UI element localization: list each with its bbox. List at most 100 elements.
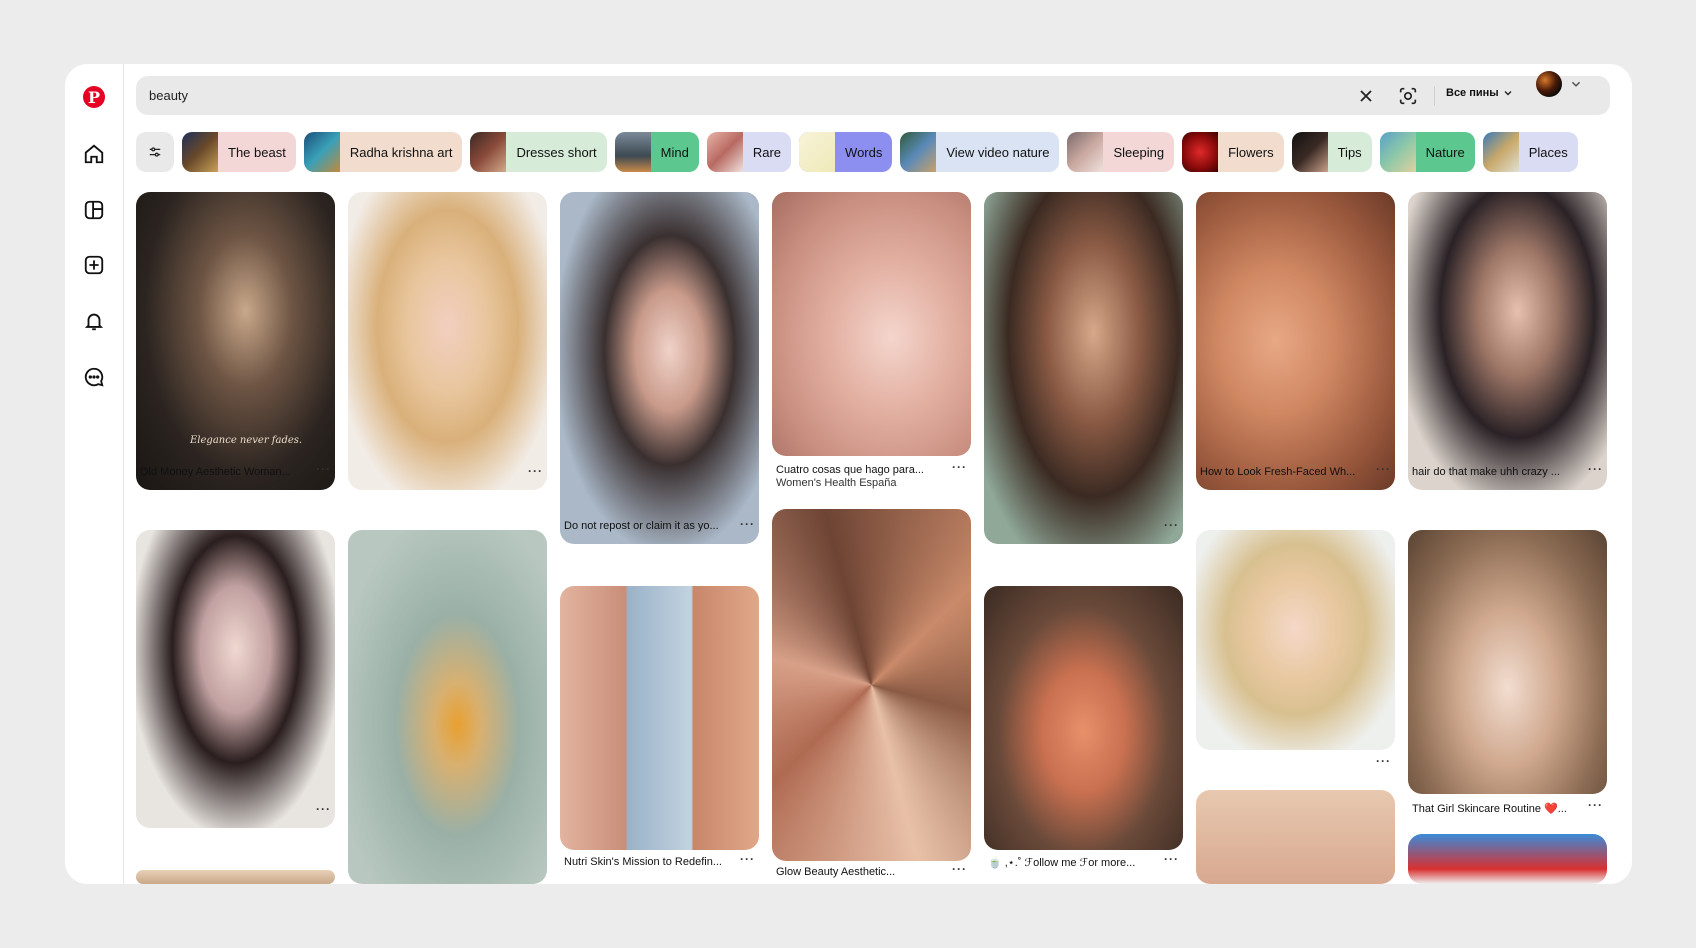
chip-thumbnail [470,132,507,172]
pin-image[interactable] [1408,530,1607,794]
chip-radha-krishna-art[interactable]: Radha krishna art [303,132,463,172]
chip-thumbnail [1182,132,1219,172]
chip-label: Nature [1425,144,1465,160]
chip-thumbnail [303,132,340,172]
pin-image[interactable]: Elegance never fades. [136,192,335,490]
all-pins-dropdown[interactable]: Все пины [1446,87,1513,99]
pin-image[interactable] [348,530,547,884]
pin-image[interactable] [136,870,335,884]
pin-image[interactable] [1408,834,1607,884]
chip-label: Flowers [1228,144,1274,160]
chip-the-beast[interactable]: The beast [182,132,296,172]
pin-title[interactable]: Glow Beauty Aesthetic... [776,866,895,878]
chip-thumbnail [614,132,651,172]
pin-source[interactable]: Women's Health España [776,477,897,489]
chip-thumbnail [706,132,743,172]
chip-words[interactable]: Words [799,132,893,172]
more-options-icon[interactable]: ··· [1588,462,1603,476]
pin-title[interactable]: Do not repost or claim it as yo... [564,520,719,532]
more-options-icon[interactable]: ··· [528,464,543,478]
search-divider [1434,86,1435,106]
chip-label: Radha krishna art [349,144,453,160]
chip-view-video-nature[interactable]: View video nature [900,132,1060,172]
more-options-icon[interactable]: ··· [1376,462,1391,476]
pin-title[interactable]: 🍵 ,⋆.˚ ℱollow me ℱor more... [988,856,1135,869]
explore-icon[interactable] [81,197,107,223]
chip-label: Words [845,144,883,160]
app-window: P beauty Все пины The beast Radha krishn… [65,64,1632,884]
more-options-icon[interactable]: ··· [1164,852,1179,866]
chip-flowers[interactable]: Flowers [1182,132,1284,172]
chip-thumbnail [1482,132,1519,172]
notifications-bell-icon[interactable] [81,308,107,334]
sidebar: P [65,64,124,884]
more-options-icon[interactable]: ··· [952,460,967,474]
chip-label: The beast [228,144,286,160]
search-input[interactable]: beauty [149,88,188,103]
more-options-icon[interactable]: ··· [740,852,755,866]
chip-thumbnail [182,132,218,172]
all-pins-label: Все пины [1446,87,1499,99]
chip-mind[interactable]: Mind [614,132,699,172]
visual-search-button[interactable] [1396,84,1420,108]
chip-nature[interactable]: Nature [1379,132,1475,172]
search-bar[interactable]: beauty Все пины [136,76,1610,115]
more-options-icon[interactable]: ··· [1164,518,1179,532]
messages-icon[interactable] [81,364,107,390]
pinterest-logo-icon[interactable]: P [81,84,107,110]
pin-image[interactable] [984,586,1183,850]
chip-label: Sleeping [1113,144,1165,160]
chip-label: View video nature [946,144,1050,160]
chip-tips[interactable]: Tips [1291,132,1372,172]
close-icon [1360,90,1372,102]
clear-search-button[interactable] [1356,86,1376,106]
pin-image[interactable] [136,530,335,828]
more-options-icon[interactable]: ··· [316,802,331,816]
more-options-icon[interactable]: ··· [952,862,967,876]
filters-button[interactable] [136,132,174,172]
avatar[interactable] [1536,71,1562,97]
more-options-icon[interactable]: ··· [316,462,331,476]
pin-image[interactable] [1196,530,1395,750]
pin-title[interactable]: hair do that make uhh crazy ... [1412,466,1560,478]
chip-label: Dresses short [516,144,597,160]
chip-rare[interactable]: Rare [706,132,792,172]
chip-thumbnail [1291,132,1328,172]
chevron-down-icon [1504,91,1512,96]
camera-lens-icon [1399,87,1417,105]
pin-image[interactable] [560,586,759,850]
pin-title[interactable]: Cuatro cosas que hago para... [776,464,924,476]
create-icon[interactable] [81,252,107,278]
pin-title[interactable]: Nutri Skin's Mission to Redefin... [564,856,722,868]
more-options-icon[interactable]: ··· [740,517,755,531]
account-chevron-down-icon[interactable] [1570,77,1582,95]
pin-image[interactable] [1408,192,1607,490]
chip-thumbnail [799,132,836,172]
pin-image[interactable] [772,509,971,861]
chip-sleeping[interactable]: Sleeping [1067,132,1175,172]
pin-image[interactable] [560,192,759,544]
chip-label: Mind [660,144,689,160]
pin-image[interactable] [1196,192,1395,490]
more-options-icon[interactable]: ··· [1376,754,1391,768]
chip-label: Rare [752,144,782,160]
sliders-icon [149,147,161,157]
pin-image[interactable] [1196,790,1395,884]
chip-places[interactable]: Places [1482,132,1578,172]
chip-dresses-short[interactable]: Dresses short [470,132,607,172]
pin-image[interactable] [984,192,1183,544]
pin-title[interactable]: That Girl Skincare Routine ❤️... [1412,802,1567,815]
chip-label: Tips [1337,144,1362,160]
filter-chips-row: The beast Radha krishna art Dresses short M… [136,132,1610,172]
pin-title[interactable]: How to Look Fresh-Faced Wh... [1200,466,1355,478]
pin-title[interactable]: Old Money Aesthetic Woman... [140,466,291,478]
pin-image[interactable] [772,192,971,456]
chip-thumbnail [1379,132,1416,172]
chip-thumbnail [1067,132,1104,172]
main-content: beauty Все пины The beast Radha krishna a… [136,64,1621,884]
home-icon[interactable] [81,141,107,167]
pin-overlay-text: Elegance never fades. [190,435,303,446]
more-options-icon[interactable]: ··· [1588,798,1603,812]
pin-image[interactable] [348,192,547,490]
chip-thumbnail [900,132,937,172]
